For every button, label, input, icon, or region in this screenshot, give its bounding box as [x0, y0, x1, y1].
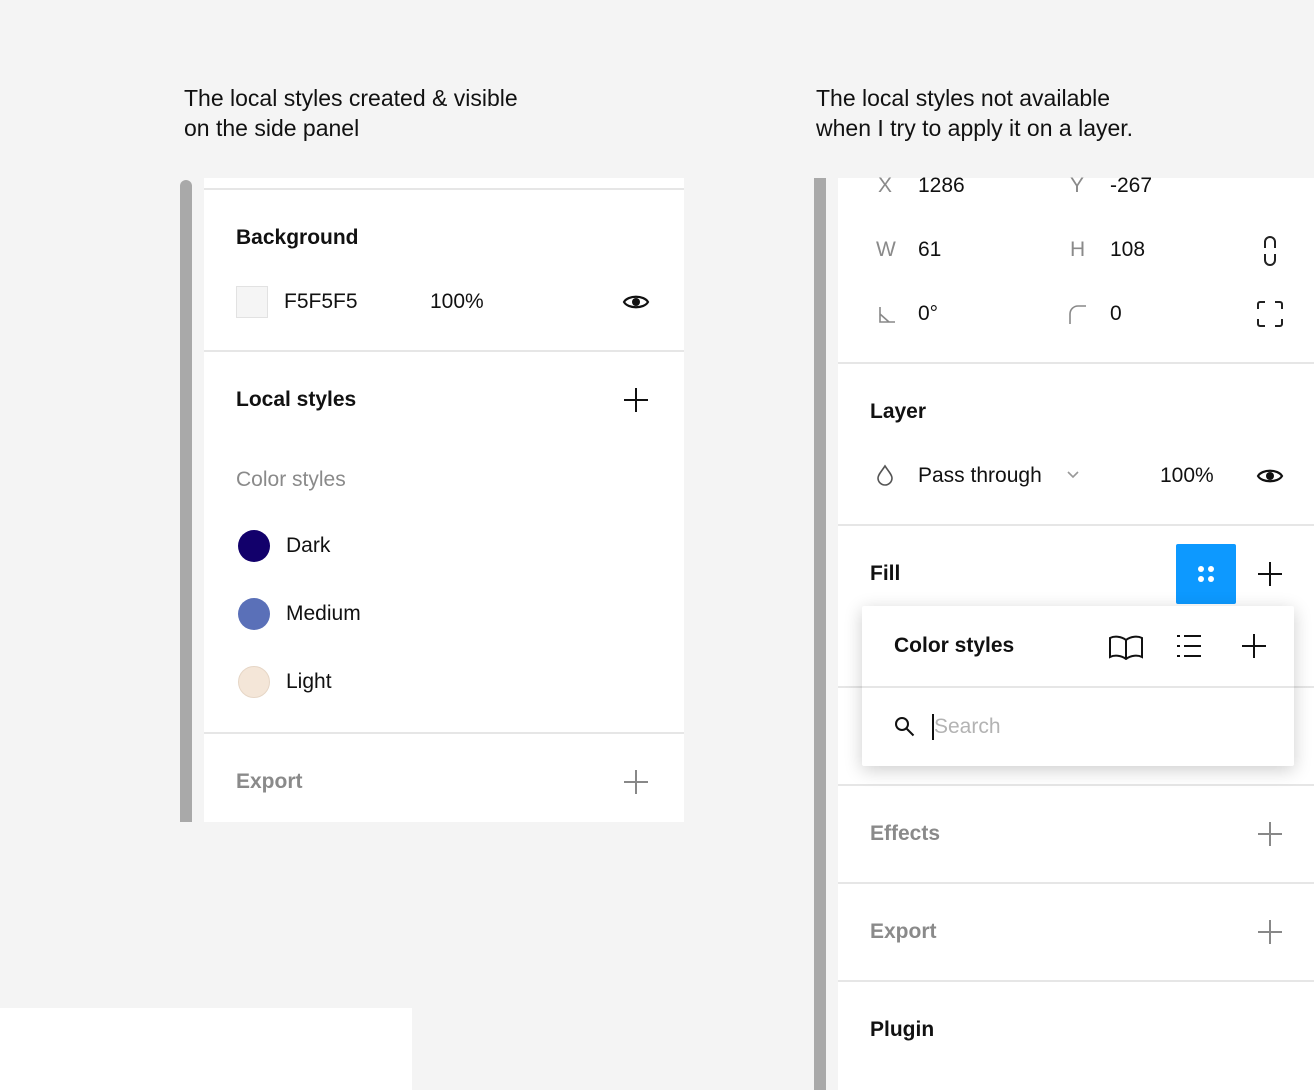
add-style-icon[interactable] [624, 388, 648, 412]
scrollbar[interactable] [814, 178, 826, 1090]
color-styles-label: Color styles [236, 468, 346, 491]
add-export-icon[interactable] [624, 770, 648, 794]
background-title: Background [236, 226, 359, 249]
search-icon [895, 717, 915, 737]
rotation-icon [879, 307, 895, 323]
scrollbar[interactable] [180, 180, 192, 822]
background-hex[interactable]: F5F5F5 [284, 290, 358, 314]
search-input[interactable] [934, 712, 1254, 742]
styles-grid-icon [1198, 566, 1214, 582]
effects-title: Effects [870, 822, 941, 845]
list-view-icon[interactable] [1176, 634, 1202, 658]
chevron-down-icon[interactable] [1066, 470, 1080, 480]
y-label: Y [1070, 174, 1085, 197]
library-icon[interactable] [1108, 634, 1144, 660]
style-swatch-dark [238, 530, 270, 562]
layer-opacity[interactable]: 100% [1160, 464, 1214, 488]
constrain-proportions-icon[interactable] [1262, 236, 1278, 266]
eye-icon[interactable] [1256, 466, 1284, 486]
background-opacity[interactable]: 100% [430, 290, 484, 314]
caption-right: The local styles not available when I tr… [816, 85, 1134, 141]
layer-title: Layer [870, 400, 927, 423]
style-item-light[interactable]: Light [286, 670, 332, 694]
style-item-dark[interactable]: Dark [286, 534, 330, 558]
caption-left: The local styles created & visible on th… [184, 85, 518, 141]
eye-icon[interactable] [622, 292, 650, 312]
x-input[interactable]: 1286 [918, 174, 965, 198]
h-input[interactable]: 108 [1110, 238, 1145, 262]
plugin-title: Plugin [870, 1018, 935, 1041]
add-export-icon[interactable] [1258, 920, 1282, 944]
fill-title: Fill [870, 562, 901, 585]
blend-mode-icon [877, 464, 893, 486]
white-area [0, 1008, 412, 1090]
radius-input[interactable]: 0 [1110, 302, 1122, 326]
y-input[interactable]: -267 [1110, 174, 1152, 198]
popup-title: Color styles [894, 634, 1015, 657]
background-swatch[interactable] [236, 286, 268, 318]
export-title: Export [236, 770, 303, 793]
style-swatch-medium [238, 598, 270, 630]
export-title: Export [870, 920, 937, 943]
corner-radius-icon [1069, 305, 1086, 324]
style-picker-button[interactable] [1176, 544, 1236, 604]
style-swatch-light [238, 666, 270, 698]
rotation-input[interactable]: 0° [918, 302, 938, 326]
blend-mode-dropdown[interactable]: Pass through [918, 464, 1042, 488]
add-effect-icon[interactable] [1258, 822, 1282, 846]
create-style-icon[interactable] [1242, 634, 1266, 658]
w-input[interactable]: 61 [918, 238, 941, 262]
independent-corners-icon[interactable] [1256, 300, 1284, 328]
local-styles-title: Local styles [236, 388, 357, 411]
w-label: W [876, 238, 896, 261]
x-label: X [878, 174, 893, 197]
left-properties-panel: Background F5F5F5 100% Local styles Colo… [204, 178, 684, 822]
add-fill-icon[interactable] [1258, 562, 1282, 586]
style-item-medium[interactable]: Medium [286, 602, 361, 626]
color-styles-popup: Color styles [862, 606, 1294, 766]
h-label: H [1070, 238, 1086, 261]
